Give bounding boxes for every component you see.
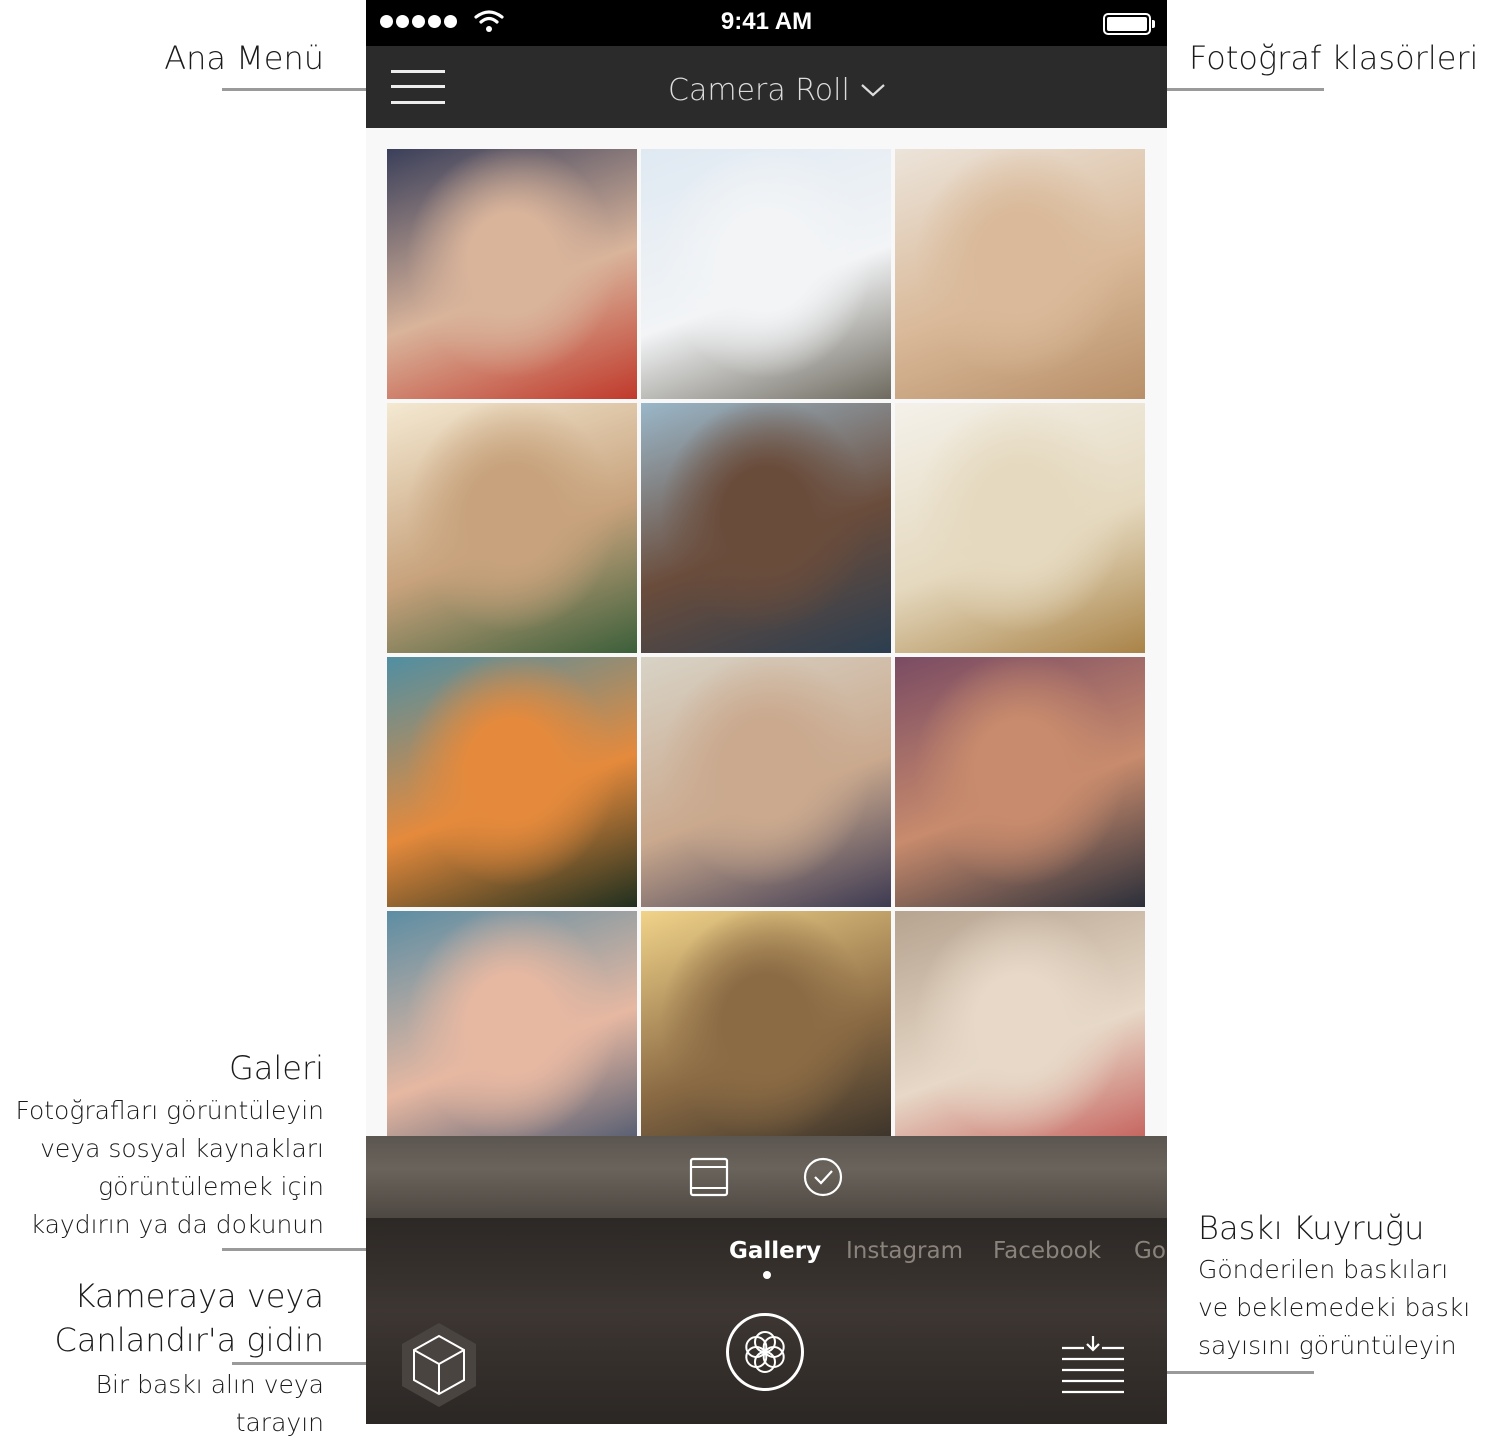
tab-google[interactable]: Goo	[1134, 1238, 1167, 1264]
camera-leader-line	[232, 1362, 388, 1365]
photo-thumbnail-girl-blowing-kiss[interactable]	[641, 657, 891, 907]
gallery-annotation-desc: Fotoğrafları görüntüleyin veya sosyal ka…	[15, 1096, 324, 1239]
main-menu-leader-line	[222, 88, 380, 91]
photo-thumbnail-girls-shopping-street[interactable]	[895, 911, 1145, 1161]
print-queue-annotation-desc: Gönderilen baskıları ve beklemedeki bask…	[1198, 1255, 1471, 1360]
view-toolbar	[366, 1136, 1167, 1218]
status-time: 9:41 AM	[720, 8, 813, 35]
camera-annotation-title: Kameraya veya Canlandır'a gidin	[54, 1277, 324, 1359]
single-photo-icon[interactable]	[688, 1156, 730, 1198]
top-navigation-bar: Camera Roll	[366, 46, 1167, 128]
photo-thumbnail-skateboarder-jump-palms[interactable]	[641, 149, 891, 399]
print-queue-annotation-title: Baskı Kuyruğu	[1198, 1209, 1425, 1247]
bottom-navigation: Gallery Instagram Facebook Goo	[366, 1218, 1167, 1424]
photo-thumbnail-palm-trees-sunset[interactable]	[387, 657, 637, 907]
hamburger-icon[interactable]	[391, 70, 445, 106]
photo-folders-annotation: Fotoğraf klasörleri	[1189, 39, 1479, 77]
photo-thumbnail-concert-crowd-hands[interactable]	[895, 657, 1145, 907]
main-menu-annotation: Ana Menü	[164, 39, 324, 77]
photo-thumbnail-friends-selfie-circle[interactable]	[387, 149, 637, 399]
battery-icon	[1103, 13, 1155, 35]
photo-thumbnail-festival-friends-cheering[interactable]	[387, 403, 637, 653]
shutter-button[interactable]	[726, 1313, 804, 1391]
active-tab-indicator	[763, 1271, 771, 1279]
gallery-annotation-title: Galeri	[228, 1049, 324, 1087]
flower-icon	[745, 1331, 785, 1373]
cube-icon[interactable]	[396, 1320, 482, 1410]
chevron-down-icon	[861, 84, 885, 97]
photo-thumbnail-girls-piggyback[interactable]	[387, 911, 637, 1161]
photo-thumbnail-couple-pier-sunset[interactable]	[641, 911, 891, 1161]
print-queue-leader-line	[1142, 1371, 1314, 1374]
photo-thumbnail-friends-in-car[interactable]	[641, 403, 891, 653]
status-bar: 9:41 AM	[366, 0, 1167, 46]
tab-instagram[interactable]: Instagram	[846, 1238, 963, 1264]
tab-gallery[interactable]: Gallery	[729, 1238, 821, 1264]
photo-thumbnail-kitten[interactable]	[895, 149, 1145, 399]
tab-facebook[interactable]: Facebook	[993, 1238, 1101, 1264]
camera-annotation-desc: Bir baskı alın veya tarayın	[95, 1370, 324, 1437]
photo-folder-selector[interactable]: Camera Roll	[668, 70, 886, 110]
checkmark-circle-icon[interactable]	[802, 1156, 844, 1198]
folder-label: Camera Roll	[668, 72, 850, 108]
phone-screen: 9:41 AM Camera Roll Gallery Instagram Fa…	[366, 0, 1167, 1424]
print-queue-icon[interactable]	[1062, 1334, 1124, 1394]
photo-thumbnail-couple-wheat-field[interactable]	[895, 403, 1145, 653]
